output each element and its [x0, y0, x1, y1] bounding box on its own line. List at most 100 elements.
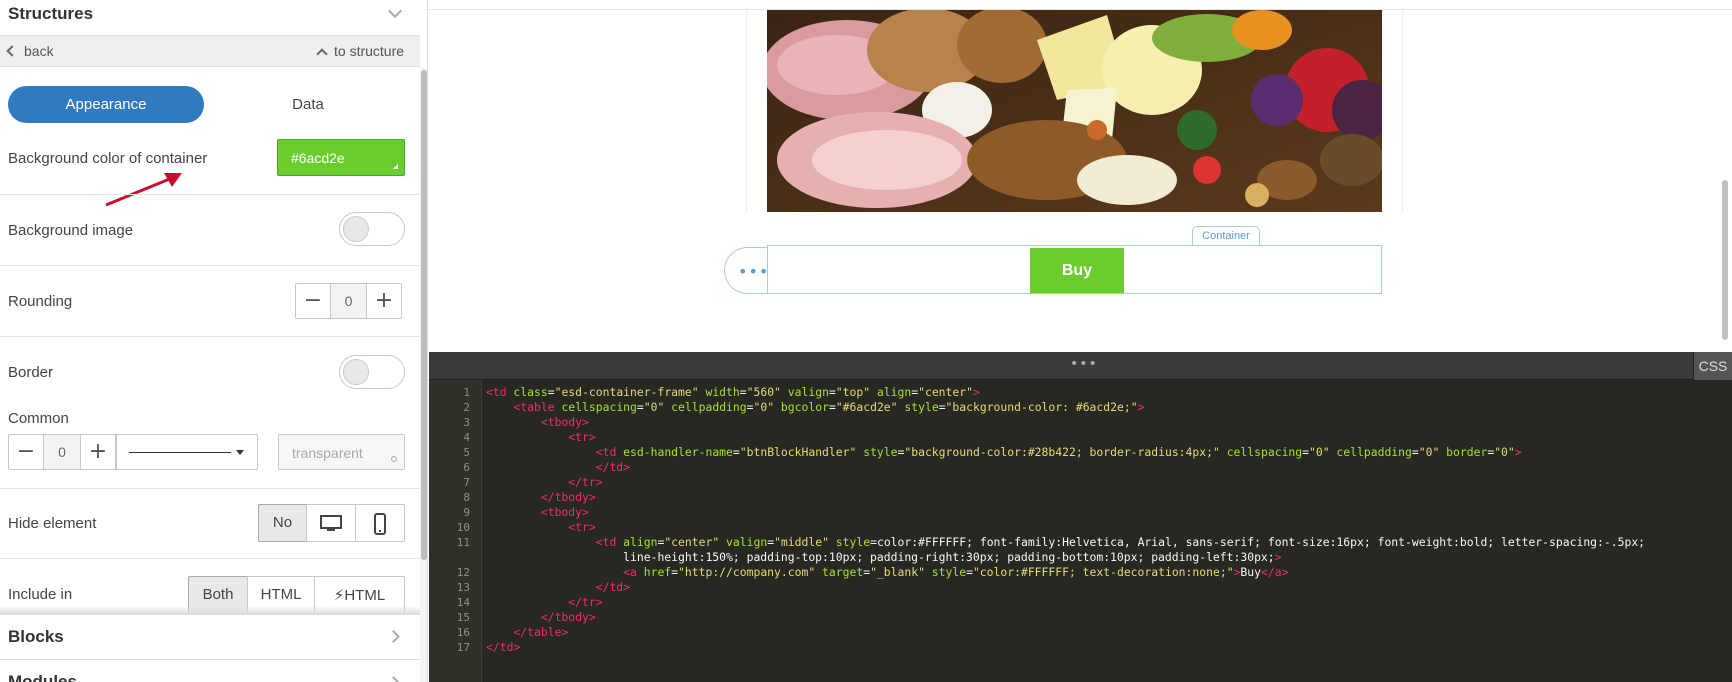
more-dots-icon: •••	[738, 262, 770, 281]
tab-appearance-label: Appearance	[65, 96, 147, 113]
line-number: 6	[463, 461, 470, 474]
code-line[interactable]: <table cellspacing="0" cellpadding="0" b…	[486, 400, 1144, 415]
border-width-minus-button[interactable]: −	[8, 434, 44, 470]
divider	[0, 265, 420, 266]
chevron-down-icon[interactable]	[387, 3, 403, 19]
editor-toolbar: ••• CSS	[429, 352, 1732, 380]
line-number: 1	[463, 386, 470, 399]
toggle-knob	[343, 216, 369, 242]
border-width-plus-button[interactable]: +	[80, 434, 116, 470]
border-toggle[interactable]	[339, 355, 405, 389]
resize-corner-icon	[393, 164, 398, 169]
line-number: 9	[463, 506, 470, 519]
bg-color-label: Background color of container	[8, 150, 208, 167]
chevron-up-icon	[316, 48, 328, 60]
code-line[interactable]: <td class="esd-container-frame" width="5…	[486, 385, 980, 400]
buy-button[interactable]: Buy	[1030, 248, 1124, 293]
line-number: 8	[463, 491, 470, 504]
include-in-label: Include in	[8, 586, 73, 603]
canvas-scrollbar-thumb[interactable]	[1722, 180, 1728, 340]
border-color-picker[interactable]: transparent	[278, 434, 405, 470]
code-line[interactable]: </td>	[486, 640, 520, 655]
bg-image-label: Background image	[8, 222, 134, 239]
bg-image-toggle[interactable]	[339, 212, 405, 246]
border-width-value[interactable]: 0	[44, 434, 80, 470]
container-badge[interactable]: Container	[1192, 226, 1260, 246]
blocks-section[interactable]: Blocks	[0, 614, 420, 660]
code-line[interactable]: <tbody>	[486, 505, 589, 520]
code-line[interactable]: </tbody>	[486, 610, 596, 625]
code-line[interactable]: <tr>	[486, 520, 595, 535]
gutter-divider	[481, 380, 482, 682]
hide-desktop-button[interactable]	[306, 504, 356, 542]
chevron-right-icon	[387, 676, 400, 682]
include-amp-html-label: HTML	[344, 587, 386, 604]
rounding-minus-button[interactable]: −	[295, 283, 331, 319]
code-line[interactable]: <tbody>	[486, 415, 589, 430]
panel-scrollbar-thumb[interactable]	[421, 70, 427, 560]
email-preview: Container ••• Buy	[429, 0, 1732, 352]
line-number: 2	[463, 401, 470, 414]
code-line[interactable]: <td align="center" valign="middle" style…	[486, 535, 1645, 550]
border-style-select[interactable]	[116, 434, 258, 470]
tab-appearance[interactable]: Appearance	[8, 86, 204, 123]
code-line[interactable]: <td esd-handler-name="btnBlockHandler" s…	[486, 445, 1522, 460]
code-line[interactable]: </td>	[486, 460, 630, 475]
hide-no-label: No	[272, 514, 293, 531]
button-container[interactable]: Buy	[767, 245, 1382, 294]
common-label: Common	[8, 410, 69, 427]
hide-mobile-button[interactable]	[355, 504, 405, 542]
code-line[interactable]: <tr>	[486, 430, 595, 445]
section-header[interactable]: Structures	[0, 0, 420, 34]
code-line[interactable]: </tbody>	[486, 490, 596, 505]
code-line[interactable]: <a href="http://company.com" target="_bl…	[486, 565, 1288, 580]
code-line[interactable]: </tr>	[486, 595, 602, 610]
blocks-label: Blocks	[8, 627, 64, 646]
code-editor[interactable]: ••• CSS 1 2 3 4 5 6 7 8 9 10 11 12 13 14…	[429, 352, 1732, 682]
divider	[0, 488, 420, 489]
structures-panel: Structures back to structure Appearance …	[0, 0, 428, 682]
nav-bar: back to structure	[0, 35, 420, 67]
hide-element-label: Hide element	[8, 515, 97, 532]
code-line[interactable]: </table>	[486, 625, 568, 640]
scroll-shadow	[0, 606, 420, 614]
mobile-icon	[374, 513, 386, 535]
lightning-icon: ⚡	[333, 586, 345, 604]
line-number: 14	[456, 596, 470, 609]
container-handle[interactable]: •••	[724, 247, 769, 294]
buy-label: Buy	[1061, 262, 1093, 279]
back-label: back	[24, 43, 54, 59]
to-structure-link[interactable]: to structure	[316, 43, 404, 60]
line-number: 5	[463, 446, 470, 459]
toggle-knob	[343, 359, 369, 385]
container-badge-label: Container	[1202, 230, 1250, 242]
modules-section[interactable]: Modules	[0, 660, 420, 682]
desktop-icon	[320, 515, 342, 531]
food-image[interactable]	[767, 10, 1382, 212]
rounding-value[interactable]: 0	[331, 283, 366, 319]
line-style-icon	[129, 452, 231, 453]
code-line[interactable]: </tr>	[486, 475, 602, 490]
include-both-label: Both	[202, 586, 234, 603]
line-number: 11	[456, 536, 470, 549]
line-number: 10	[456, 521, 470, 534]
bg-color-picker[interactable]: #6acd2e	[277, 139, 405, 176]
code-line[interactable]: line-height:150%; padding-top:10px; padd…	[486, 550, 1281, 565]
annotation-arrow-icon	[105, 173, 182, 207]
chevron-right-icon	[387, 630, 400, 643]
hide-no-button[interactable]: No	[258, 504, 307, 542]
border-label: Border	[8, 364, 54, 381]
code-line[interactable]: </td>	[486, 580, 630, 595]
rounding-plus-button[interactable]: +	[366, 283, 402, 319]
line-number: 4	[463, 431, 470, 444]
tab-data-label: Data	[292, 96, 324, 113]
css-tab-label: CSS	[1698, 358, 1728, 374]
resize-corner-icon	[391, 456, 397, 462]
back-link[interactable]: back	[6, 43, 54, 59]
rounding-label: Rounding	[8, 293, 73, 310]
resize-dots-icon[interactable]: •••	[1070, 356, 1098, 372]
bg-color-value: #6acd2e	[291, 150, 345, 166]
css-tab[interactable]: CSS	[1693, 352, 1732, 380]
tab-data[interactable]: Data	[210, 86, 406, 123]
divider	[0, 336, 420, 337]
